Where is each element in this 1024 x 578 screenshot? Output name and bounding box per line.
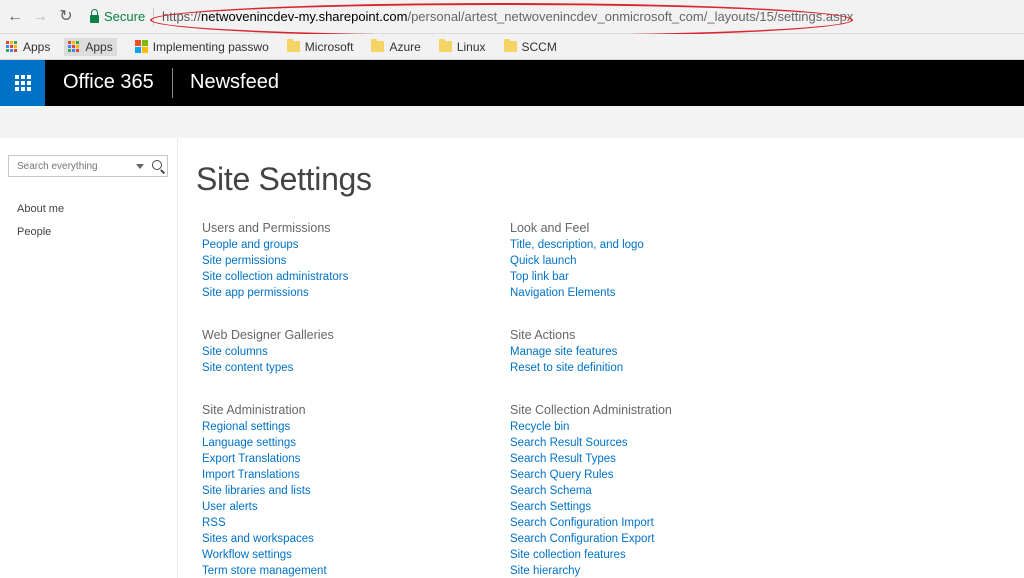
page-title: Site Settings — [196, 161, 372, 197]
settings-link[interactable]: Recycle bin — [510, 421, 569, 433]
settings-link[interactable]: Site app permissions — [202, 287, 309, 299]
left-navigation: About me People — [0, 138, 178, 578]
settings-link[interactable]: Search Configuration Import — [510, 517, 654, 529]
settings-link[interactable]: Search Result Types — [510, 453, 616, 465]
settings-link[interactable]: Search Query Rules — [510, 469, 614, 481]
url-host: netwoveninc­dev-my.sharepoint.com — [201, 9, 408, 24]
waffle-icon — [14, 75, 31, 91]
forward-arrow-icon[interactable]: → — [31, 8, 49, 26]
browser-address-bar: ← → ↻ Secure https://netwoveninc­dev-my.… — [0, 0, 1024, 37]
settings-link[interactable]: Sites and workspaces — [202, 533, 314, 545]
suite-divider — [172, 68, 173, 98]
search-box[interactable] — [8, 155, 168, 177]
settings-link[interactable]: Workflow settings — [202, 549, 292, 561]
folder-icon — [371, 39, 385, 52]
nav-item-about-me[interactable]: About me — [17, 203, 64, 215]
url-field[interactable]: https://netwoveninc­dev-my.sharepoint.co… — [162, 9, 853, 24]
microsoft-logo-icon — [134, 40, 148, 53]
apps-grid-icon — [68, 40, 80, 53]
bookmark-implementing-password[interactable]: Implementing passwo — [134, 39, 269, 54]
settings-link[interactable]: Title, description, and logo — [510, 239, 644, 251]
reload-icon[interactable]: ↻ — [57, 8, 75, 26]
ribbon-strip — [0, 106, 1024, 138]
folder-icon — [286, 39, 300, 52]
section-heading: Site Actions — [510, 328, 576, 342]
settings-link[interactable]: Search Settings — [510, 501, 591, 513]
section-heading: Site Administration — [202, 403, 306, 417]
dropdown-caret-icon[interactable] — [136, 164, 144, 169]
settings-link[interactable]: Search Schema — [510, 485, 592, 497]
settings-link[interactable]: Site content types — [202, 362, 293, 374]
settings-link[interactable]: Reset to site definition — [510, 362, 623, 374]
bookmark-label: Linux — [456, 39, 486, 54]
settings-link[interactable]: Site collection features — [510, 549, 626, 561]
section-heading: Look and Feel — [510, 221, 590, 235]
settings-link[interactable]: User alerts — [202, 501, 258, 513]
settings-link[interactable]: Language settings — [202, 437, 296, 449]
apps-grid-icon — [6, 40, 18, 53]
settings-link[interactable]: Regional settings — [202, 421, 290, 433]
app-title[interactable]: Newsfeed — [190, 71, 279, 94]
office-365-brand[interactable]: Office 365 — [63, 71, 154, 94]
suite-bar: Office 365 Newsfeed — [0, 60, 1024, 106]
settings-link[interactable]: Top link bar — [510, 271, 569, 283]
folder-icon — [503, 39, 517, 52]
url-path: /personal/artest_netwovenincdev_onmicros… — [407, 9, 854, 24]
back-arrow-icon[interactable]: ← — [6, 8, 24, 26]
settings-link[interactable]: Import Translations — [202, 469, 300, 481]
bookmark-folder-linux[interactable]: Linux — [438, 39, 486, 54]
settings-link[interactable]: People and groups — [202, 239, 299, 251]
bookmark-label: SCCM — [521, 39, 557, 54]
settings-link[interactable]: Site collection administrators — [202, 271, 348, 283]
settings-link[interactable]: Term store management — [202, 565, 327, 577]
bookmark-label: Azure — [389, 39, 421, 54]
address-separator — [153, 8, 154, 26]
settings-link[interactable]: Search Result Sources — [510, 437, 628, 449]
bookmark-apps-2[interactable]: Apps — [64, 37, 117, 56]
app-launcher-button[interactable] — [0, 60, 45, 106]
bookmark-folder-microsoft[interactable]: Microsoft — [286, 39, 354, 54]
search-input[interactable] — [9, 156, 129, 176]
nav-item-people[interactable]: People — [17, 226, 51, 238]
bookmark-folder-azure[interactable]: Azure — [371, 39, 421, 54]
bookmark-apps[interactable]: Apps — [6, 40, 50, 54]
settings-link[interactable]: Export Translations — [202, 453, 300, 465]
lock-icon — [90, 8, 99, 23]
folder-icon — [438, 39, 452, 52]
bookmark-label: Microsoft — [304, 39, 354, 54]
url-scheme: https:// — [162, 9, 202, 24]
settings-link[interactable]: Site columns — [202, 346, 268, 358]
bookmark-folder-sccm[interactable]: SCCM — [503, 39, 557, 54]
section-heading: Site Collection Administration — [510, 403, 672, 417]
secure-indicator[interactable]: Secure — [90, 8, 146, 24]
secure-label: Secure — [104, 9, 146, 24]
settings-link[interactable]: Site libraries and lists — [202, 485, 311, 497]
section-heading: Web Designer Galleries — [202, 328, 334, 342]
settings-link[interactable]: Site hierarchy — [510, 565, 580, 577]
bookmark-label: Apps — [23, 39, 51, 54]
settings-link[interactable]: Search Configuration Export — [510, 533, 654, 545]
bookmark-label: Implementing passwo — [152, 39, 269, 54]
settings-link[interactable]: Navigation Elements — [510, 287, 615, 299]
bookmark-label: Apps — [85, 39, 113, 54]
bookmarks-bar: Apps Apps Implementing passwo Microsoft … — [0, 34, 1024, 60]
section-heading: Users and Permissions — [202, 221, 331, 235]
settings-link[interactable]: RSS — [202, 517, 226, 529]
search-icon[interactable] — [152, 160, 162, 170]
settings-link[interactable]: Site permissions — [202, 255, 286, 267]
settings-link[interactable]: Manage site features — [510, 346, 617, 358]
settings-link[interactable]: Quick launch — [510, 255, 576, 267]
